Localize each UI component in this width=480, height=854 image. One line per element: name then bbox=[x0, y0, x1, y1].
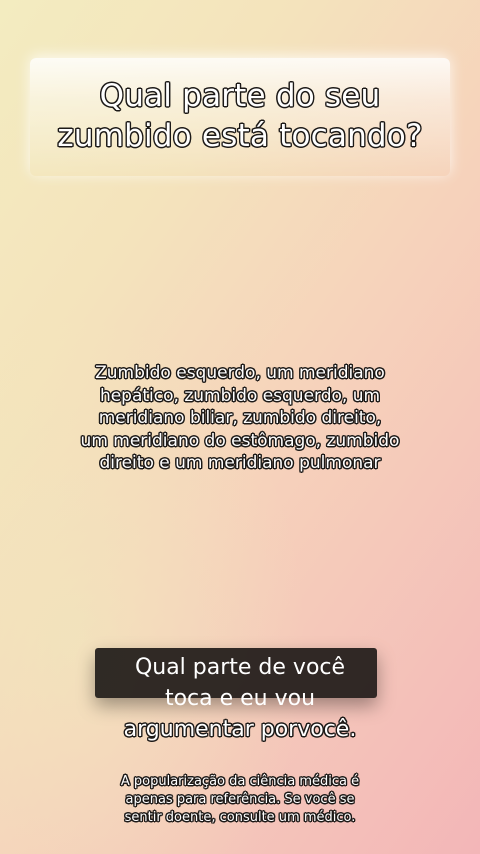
disclaimer-line: sentir doente, consulte um médico. bbox=[124, 810, 356, 825]
title-line-2: zumbido está tocando? bbox=[57, 118, 423, 154]
title-line-1: Qual parte do seu bbox=[99, 78, 381, 114]
disclaimer-line: apenas para referência. Se você se bbox=[125, 792, 355, 807]
caption-line-3: argumentar porvocê. bbox=[123, 717, 357, 742]
body-text: Zumbido esquerdo, um meridiano hepático,… bbox=[0, 362, 480, 475]
body-line: direito e um meridiano pulmonar bbox=[99, 453, 381, 473]
video-title: Qual parte do seu zumbido está tocando? bbox=[0, 76, 480, 156]
caption-line-2: toca e eu vou bbox=[164, 686, 316, 711]
body-line: meridiano biliar, zumbido direito, bbox=[98, 408, 382, 428]
caption-line-1: Qual parte de você bbox=[134, 655, 346, 680]
disclaimer-line: A popularização da ciência médica é bbox=[120, 774, 360, 789]
body-line: um meridiano do estômago, zumbido bbox=[80, 430, 400, 451]
medical-disclaimer: A popularização da ciência médica é apen… bbox=[0, 773, 480, 827]
body-line: hepático, zumbido esquerdo, um bbox=[99, 385, 381, 406]
subtitle-caption: Qual parte de você toca e eu vou argumen… bbox=[0, 652, 480, 745]
body-line: Zumbido esquerdo, um meridiano bbox=[95, 363, 385, 383]
